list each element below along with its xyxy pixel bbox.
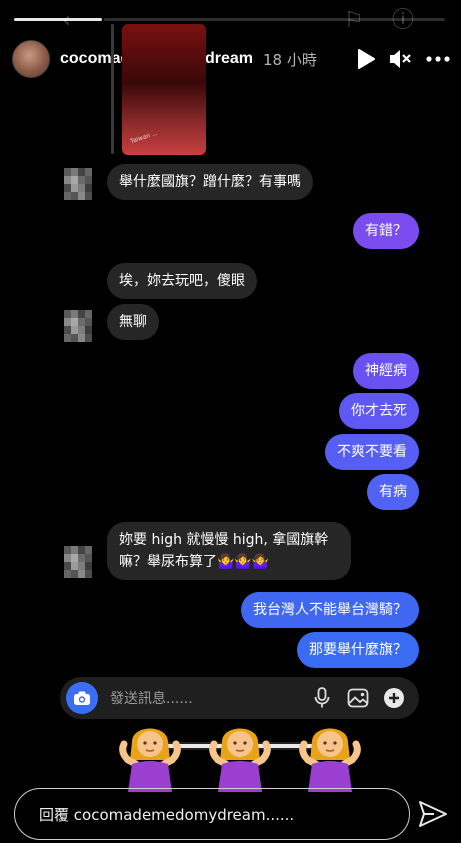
- gallery-button[interactable]: [347, 687, 369, 709]
- shrug-sticker: [110, 712, 370, 792]
- message-outgoing: 神經病: [353, 353, 419, 389]
- message-outgoing: 你才去死: [339, 393, 419, 429]
- more-button[interactable]: [425, 46, 451, 72]
- sender-avatar-blurred: [64, 546, 92, 578]
- mic-icon: [314, 687, 330, 708]
- message-outgoing: 不爽不要看: [325, 434, 419, 470]
- message-outgoing: 有錯？: [353, 213, 419, 249]
- story-header: cocomademedomydream 18 小時: [12, 40, 453, 78]
- back-arrow-icon: ‹: [62, 8, 71, 33]
- shared-story-image[interactable]: Taiwan ...: [122, 24, 206, 155]
- message-incoming: 妳要 high 就慢慢 high, 拿國旗幹嘛？舉尿布算了🤷‍♀️🤷‍♀️🤷‍♀…: [107, 522, 351, 580]
- message-incoming: 舉什麼國旗？蹭什麼？有事嗎: [107, 164, 313, 200]
- story-progress: [14, 18, 102, 21]
- shrug-emoji-icon: [209, 728, 271, 792]
- shrug-emoji-icon: [119, 728, 181, 792]
- mic-button[interactable]: [311, 687, 333, 709]
- shrug-emoji-icon: [299, 728, 361, 792]
- mute-icon: [390, 50, 411, 68]
- reply-placeholder: 回覆 cocomademedomydream......: [39, 805, 295, 824]
- plus-icon: [384, 688, 404, 708]
- message-outgoing: 有病: [367, 474, 419, 510]
- message-outgoing: 我台灣人不能舉台灣騎？: [241, 592, 419, 628]
- send-icon: [419, 801, 447, 827]
- more-icon: [426, 56, 450, 62]
- camera-icon: [74, 691, 90, 705]
- send-button[interactable]: [417, 798, 449, 830]
- message-incoming: 埃，妳去玩吧，傻眼: [107, 263, 257, 299]
- sender-avatar-blurred: [64, 168, 92, 200]
- reply-input[interactable]: 回覆 cocomademedomydream......: [14, 788, 410, 840]
- message-outgoing: 那要舉什麼旗？: [297, 632, 419, 668]
- sender-avatar-blurred: [64, 310, 92, 342]
- camera-button[interactable]: [66, 682, 98, 714]
- add-button[interactable]: [383, 687, 405, 709]
- timestamp: 18 小時: [262, 50, 317, 69]
- play-icon: [358, 49, 375, 69]
- shared-image-caption: Taiwan ...: [129, 129, 159, 146]
- mute-button[interactable]: [387, 46, 413, 72]
- message-input[interactable]: 發送訊息......: [110, 688, 311, 708]
- avatar[interactable]: [12, 40, 50, 78]
- reply-line: [111, 24, 114, 154]
- info-icon: ⓘ: [392, 8, 415, 33]
- image-icon: [347, 688, 369, 708]
- flag-icon: ⚐: [344, 8, 364, 33]
- message-incoming: 無聊: [107, 304, 159, 340]
- play-button[interactable]: [353, 46, 379, 72]
